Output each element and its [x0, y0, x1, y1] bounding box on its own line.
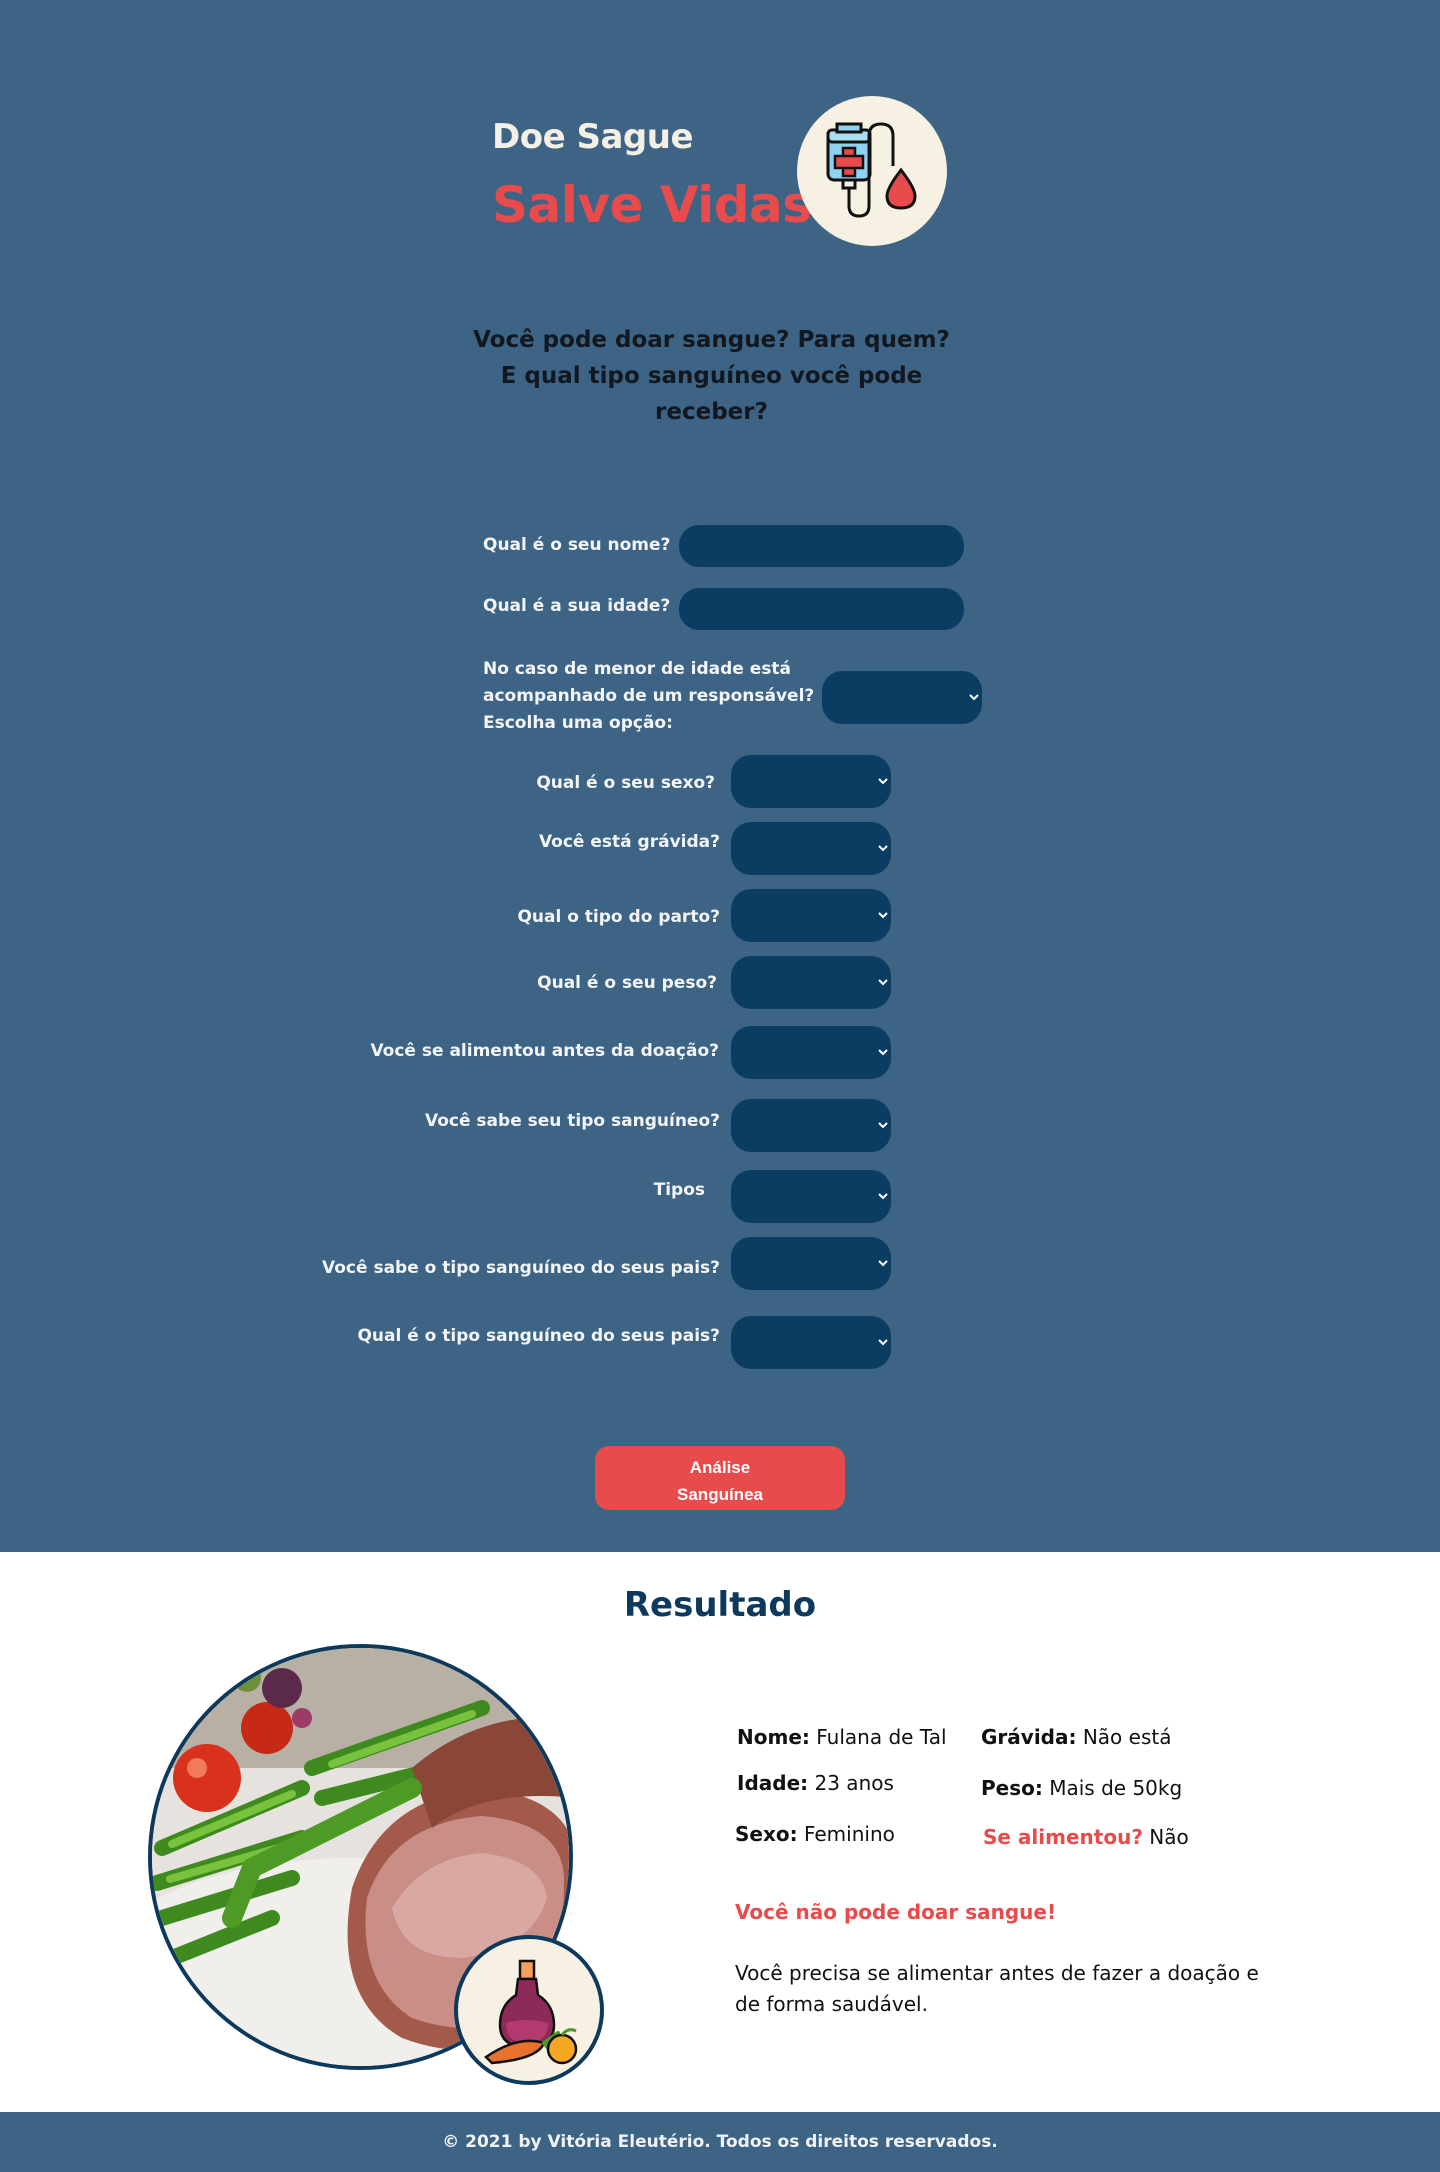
result-pregnant: Grávida: Não está: [981, 1725, 1171, 1749]
guardian-label-line: No caso de menor de idade está: [483, 659, 791, 679]
result-weight: Peso: Mais de 50kg: [981, 1776, 1182, 1800]
weight-label: Qual é o seu peso?: [537, 973, 717, 993]
footer-copyright: © 2021 by Vitória Eleutério. Todos os di…: [442, 2132, 998, 2152]
result-name-value: Fulana de Tal: [816, 1725, 947, 1749]
sex-select[interactable]: [731, 755, 891, 808]
result-name: Nome: Fulana de Tal: [737, 1725, 947, 1749]
result-age: Idade: 23 anos: [737, 1771, 894, 1795]
intro-question-line: receber?: [655, 399, 768, 425]
pregnant-label: Você está grávida?: [538, 832, 720, 852]
result-fed-key: Se alimentou?: [983, 1825, 1143, 1849]
result-weight-value: Mais de 50kg: [1049, 1776, 1183, 1800]
guardian-label: No caso de menor de idade está acompanha…: [483, 656, 814, 737]
sex-label: Qual é o seu sexo?: [536, 773, 715, 793]
types-label: Tipos: [653, 1180, 705, 1200]
pregnant-select[interactable]: [731, 822, 891, 875]
hero-title: Doe Sague: [492, 117, 694, 157]
knows-parents-label: Você sabe o tipo sanguíneo do seus pais?: [322, 1258, 720, 1278]
guardian-select[interactable]: [822, 671, 982, 724]
blood-bag-icon: [797, 96, 947, 246]
knows-parents-select[interactable]: [731, 1237, 891, 1290]
button-label-line: Análise: [689, 1457, 751, 1477]
button-label-line: Sanguínea: [677, 1484, 763, 1504]
guardian-label-line: Escolha uma opção:: [483, 713, 673, 733]
result-age-key: Idade:: [737, 1771, 809, 1795]
birth-type-select[interactable]: [731, 889, 891, 942]
blood-analysis-button[interactable]: Análise Sanguínea: [595, 1446, 845, 1510]
name-label: Qual é o seu nome?: [483, 535, 671, 555]
result-fed: Se alimentou? Não: [983, 1825, 1189, 1849]
healthy-food-icon: [454, 1935, 604, 2085]
intro-question-line: Você pode doar sangue? Para quem?: [473, 327, 950, 353]
knows-type-select[interactable]: [731, 1099, 891, 1152]
weight-select[interactable]: [731, 956, 891, 1009]
result-sex-key: Sexo:: [735, 1822, 798, 1846]
result-fed-value: Não: [1149, 1825, 1189, 1849]
guardian-label-line: acompanhado de um responsável?: [483, 686, 815, 706]
knows-type-label: Você sabe seu tipo sanguíneo?: [425, 1111, 720, 1131]
parents-type-label: Qual é o tipo sanguíneo do seus pais?: [357, 1326, 720, 1346]
result-verdict: Você não pode doar sangue!: [735, 1900, 1057, 1924]
result-pregnant-value: Não está: [1082, 1725, 1172, 1749]
age-label: Qual é a sua idade?: [483, 596, 671, 616]
result-sex: Sexo: Feminino: [735, 1822, 895, 1846]
parents-type-select[interactable]: [731, 1316, 891, 1369]
result-pregnant-key: Grávida:: [981, 1725, 1077, 1749]
intro-question-line: E qual tipo sanguíneo você pode: [500, 363, 923, 389]
result-age-value: 23 anos: [814, 1771, 894, 1795]
fed-select[interactable]: [731, 1026, 891, 1079]
form-section: Doe Sague Salve Vidas Você pode doar san…: [0, 0, 1440, 1552]
fed-label: Você se alimentou antes da doação?: [370, 1041, 719, 1061]
intro-question: Você pode doar sangue? Para quem? E qual…: [440, 322, 983, 430]
age-input[interactable]: [679, 588, 964, 630]
birth-type-label: Qual o tipo do parto?: [517, 907, 720, 927]
result-name-key: Nome:: [737, 1725, 810, 1749]
result-sex-value: Feminino: [803, 1822, 895, 1846]
name-input[interactable]: [679, 525, 964, 567]
result-title: Resultado: [623, 1585, 817, 1625]
blood-type-select[interactable]: [731, 1170, 891, 1223]
result-weight-key: Peso:: [981, 1776, 1043, 1800]
hero-subtitle: Salve Vidas: [492, 176, 812, 234]
footer: © 2021 by Vitória Eleutério. Todos os di…: [0, 2112, 1440, 2172]
result-advice: Você precisa se alimentar antes de fazer…: [735, 1961, 1259, 2016]
